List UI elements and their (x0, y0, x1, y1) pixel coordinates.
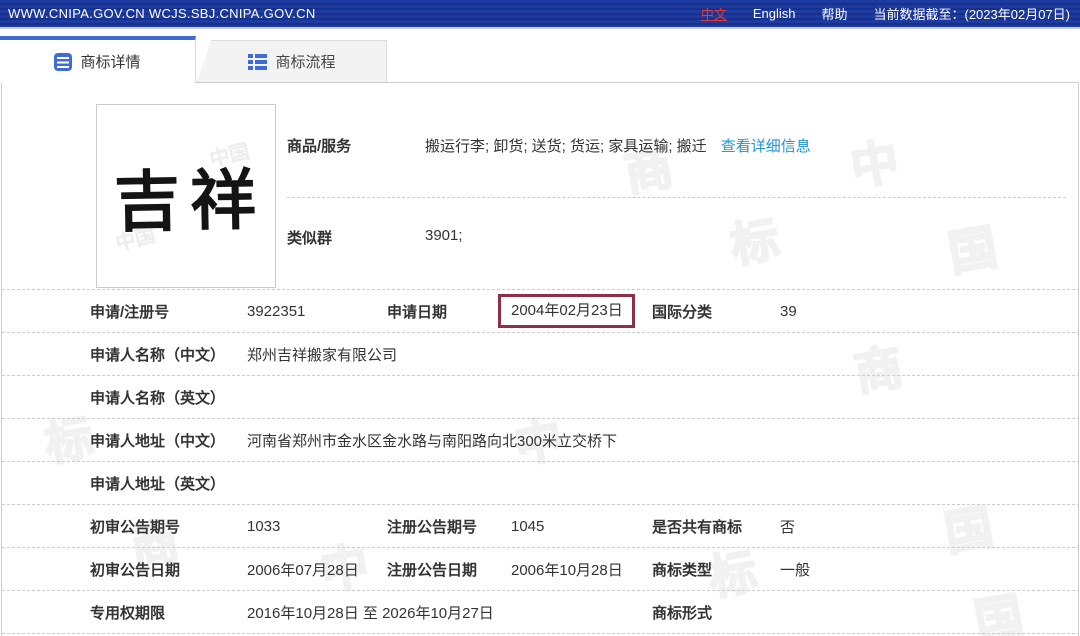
tm-type-value: 一般 (780, 559, 1079, 580)
tm-type-label: 商标类型 (652, 559, 780, 580)
trademark-detail-panel: 商标中国商标中国商标中国 中国 中国 吉祥 商品/服务 搬运行李; 卸货; 送货… (1, 82, 1079, 636)
reg-gazette-date-label: 注册公告日期 (387, 559, 511, 580)
table-row-address-cn: 申请人地址（中文） 河南省郑州市金水区金水路与南阳路向北300米立交桥下 (2, 419, 1079, 462)
reg-gazette-no-label: 注册公告期号 (387, 516, 511, 537)
first-gazette-no-value: 1033 (247, 518, 387, 535)
address-en-label: 申请人地址（英文） (90, 473, 247, 494)
table-row-gazette-date: 初审公告日期 2006年07月28日 注册公告日期 2006年10月28日 商标… (2, 548, 1079, 591)
intl-class-label: 国际分类 (652, 301, 780, 322)
intl-class-value: 39 (780, 303, 1079, 320)
is-shared-value: 否 (780, 516, 1079, 537)
exclusive-period-value: 2016年10月28日 至 2026年10月27日 (247, 602, 652, 623)
goods-value: 搬运行李; 卸货; 送货; 货运; 家具运输; 搬迁 (425, 135, 707, 156)
document-lines-icon (54, 53, 72, 71)
top-bar-links: 中文 English 帮助 当前数据截至：(2023年02月07日) (701, 4, 1080, 23)
goods-services-row: 商品/服务 搬运行李; 卸货; 送货; 货运; 家具运输; 搬迁 查看详细信息 (287, 135, 1067, 156)
tab-trademark-flow[interactable]: 商标流程 (197, 40, 387, 82)
tab-details-label: 商标详情 (80, 51, 140, 72)
apply-date-highlight-box: 2004年02月23日 (498, 294, 635, 329)
applicant-en-label: 申请人名称（英文） (90, 387, 247, 408)
detail-table: 申请/注册号 3922351 申请日期 2004年02月23日 国际分类 39 … (2, 289, 1079, 634)
applicant-cn-label: 申请人名称（中文） (90, 344, 247, 365)
is-shared-label: 是否共有商标 (652, 516, 780, 537)
trademark-image: 中国 中国 吉祥 (96, 104, 276, 288)
table-row-address-en: 申请人地址（英文） (2, 462, 1079, 505)
table-row-applicant-en: 申请人名称（英文） (2, 376, 1079, 419)
list-grid-icon (248, 54, 267, 70)
tm-form-label: 商标形式 (652, 602, 780, 623)
similar-group-label: 类似群 (287, 227, 425, 248)
background-watermark: 中 (844, 121, 903, 198)
lang-switch-chinese[interactable]: 中文 (701, 4, 727, 23)
tab-flow-label: 商标流程 (275, 51, 335, 72)
reg-no-value: 3922351 (247, 303, 387, 320)
goods-label: 商品/服务 (287, 135, 425, 156)
table-row-gazette-no: 初审公告期号 1033 注册公告期号 1045 是否共有商标 否 (2, 505, 1079, 548)
applicant-cn-value: 郑州吉祥搬家有限公司 (247, 344, 1079, 365)
first-gazette-no-label: 初审公告期号 (90, 516, 247, 537)
lang-switch-english[interactable]: English (753, 6, 796, 21)
address-cn-value: 河南省郑州市金水区金水路与南阳路向北300米立交桥下 (247, 430, 1079, 451)
similar-group-value: 3901; (425, 227, 463, 248)
top-bar: WWW.CNIPA.GOV.CN WCJS.SBJ.CNIPA.GOV.CN 中… (0, 0, 1080, 29)
first-gazette-date-value: 2006年07月28日 (247, 559, 387, 580)
address-cn-label: 申请人地址（中文） (90, 430, 247, 451)
tab-trademark-details[interactable]: 商标详情 (0, 36, 196, 83)
reg-gazette-no-value: 1045 (511, 518, 652, 535)
trademark-characters: 吉祥 (105, 147, 267, 246)
apply-date-cell: 2004年02月23日 (511, 294, 652, 329)
help-link[interactable]: 帮助 (821, 4, 847, 23)
data-cutoff-date: 当前数据截至：(2023年02月07日) (874, 4, 1071, 23)
table-row-registration: 申请/注册号 3922351 申请日期 2004年02月23日 国际分类 39 (2, 290, 1079, 333)
divider (287, 197, 1066, 198)
exclusive-period-label: 专用权期限 (90, 602, 247, 623)
reg-no-label: 申请/注册号 (90, 301, 247, 322)
site-urls: WWW.CNIPA.GOV.CN WCJS.SBJ.CNIPA.GOV.CN (0, 6, 316, 21)
similar-group-row: 类似群 3901; (287, 227, 1067, 248)
apply-date-label: 申请日期 (387, 301, 511, 322)
first-gazette-date-label: 初审公告日期 (90, 559, 247, 580)
view-details-link[interactable]: 查看详细信息 (721, 135, 811, 156)
table-row-exclusive-period: 专用权期限 2016年10月28日 至 2026年10月27日 商标形式 (2, 591, 1079, 634)
reg-gazette-date-value: 2006年10月28日 (511, 559, 652, 580)
table-row-applicant-cn: 申请人名称（中文） 郑州吉祥搬家有限公司 (2, 333, 1079, 376)
